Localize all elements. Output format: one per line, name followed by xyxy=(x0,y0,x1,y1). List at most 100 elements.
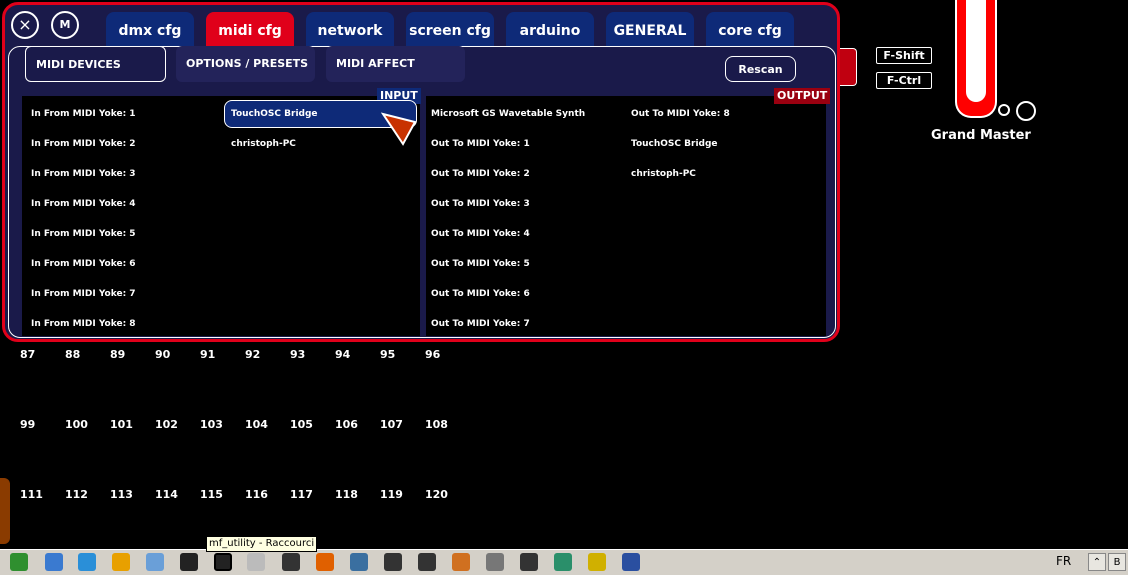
input-device-item[interactable]: In From MIDI Yoke: 3 xyxy=(31,169,136,179)
paw-icon[interactable] xyxy=(214,553,232,571)
input-device-item[interactable]: In From MIDI Yoke: 2 xyxy=(31,139,136,149)
hidden-button-fragment[interactable] xyxy=(838,48,857,86)
fader-knob-small[interactable] xyxy=(998,104,1010,116)
output-device-item[interactable]: Out To MIDI Yoke: 7 xyxy=(431,319,530,329)
grid-cell[interactable]: 94 xyxy=(335,348,350,361)
input-device-item[interactable]: In From MIDI Yoke: 7 xyxy=(31,289,136,299)
grid-cell[interactable]: 91 xyxy=(200,348,215,361)
f-ctrl-button[interactable]: F-Ctrl xyxy=(876,72,932,89)
grand-master-fader[interactable] xyxy=(955,0,997,118)
subtab-options-presets[interactable]: OPTIONS / PRESETS xyxy=(176,46,315,82)
grid-cell[interactable]: 119 xyxy=(380,488,403,501)
output-badge: OUTPUT xyxy=(774,88,831,104)
output-device-item[interactable]: Out To MIDI Yoke: 2 xyxy=(431,169,530,179)
hp-icon[interactable] xyxy=(622,553,640,571)
input-device-item[interactable]: In From MIDI Yoke: 6 xyxy=(31,259,136,269)
dial-icon[interactable] xyxy=(350,553,368,571)
app-icon[interactable] xyxy=(146,553,164,571)
tab-network-cfg[interactable]: network cfg xyxy=(306,12,394,77)
grid-cell[interactable]: 111 xyxy=(20,488,43,501)
input-device-item[interactable]: In From MIDI Yoke: 4 xyxy=(31,199,136,209)
grid-cell[interactable]: 99 xyxy=(20,418,35,431)
grid-cell[interactable]: 120 xyxy=(425,488,448,501)
tab-general[interactable]: GENERAL xyxy=(606,12,694,46)
grid-cell[interactable]: 93 xyxy=(290,348,305,361)
grid-cell[interactable]: 101 xyxy=(110,418,133,431)
brush-icon[interactable] xyxy=(316,553,334,571)
grid-cell[interactable]: 107 xyxy=(380,418,403,431)
tool-icon[interactable] xyxy=(554,553,572,571)
m-button[interactable]: M xyxy=(51,11,79,39)
subtab-midi-devices[interactable]: MIDI DEVICES xyxy=(25,46,166,82)
input-device-item[interactable]: christoph-PC xyxy=(231,139,296,149)
grand-master-label: Grand Master xyxy=(931,128,1031,143)
game-icon[interactable] xyxy=(282,553,300,571)
side-tab[interactable] xyxy=(0,478,10,544)
input-device-item[interactable]: In From MIDI Yoke: 5 xyxy=(31,229,136,239)
tab-screen-cfg[interactable]: screen cfg xyxy=(406,12,494,46)
chrome-icon[interactable] xyxy=(10,553,28,571)
windows-icon[interactable] xyxy=(112,553,130,571)
grid-cell[interactable]: 90 xyxy=(155,348,170,361)
terminal-icon[interactable] xyxy=(520,553,538,571)
output-device-item[interactable]: Out To MIDI Yoke: 4 xyxy=(431,229,530,239)
tab-dmx-cfg[interactable]: dmx cfg xyxy=(106,12,194,46)
close-icon[interactable]: × xyxy=(11,11,39,39)
square-icon[interactable] xyxy=(486,553,504,571)
grid-cell[interactable]: 112 xyxy=(65,488,88,501)
grid-cell[interactable]: 96 xyxy=(425,348,440,361)
tray-expand-button[interactable]: ⌃ xyxy=(1088,553,1106,571)
output-device-item[interactable]: Microsoft GS Wavetable Synth xyxy=(431,109,585,119)
f-shift-button[interactable]: F-Shift xyxy=(876,47,932,64)
grid-cell[interactable]: 118 xyxy=(335,488,358,501)
tray-b-button[interactable]: B xyxy=(1108,553,1126,571)
input-device-item[interactable]: TouchOSC Bridge xyxy=(231,109,318,119)
grid-cell[interactable]: 113 xyxy=(110,488,133,501)
output-device-item[interactable]: Out To MIDI Yoke: 3 xyxy=(431,199,530,209)
input-device-item[interactable]: In From MIDI Yoke: 1 xyxy=(31,109,136,119)
output-device-item[interactable]: Out To MIDI Yoke: 6 xyxy=(431,289,530,299)
cursor-arrow-icon xyxy=(381,112,417,146)
output-device-item[interactable]: Out To MIDI Yoke: 8 xyxy=(631,109,730,119)
globe-icon[interactable] xyxy=(45,553,63,571)
grid-cell[interactable]: 116 xyxy=(245,488,268,501)
grid-cell[interactable]: 95 xyxy=(380,348,395,361)
grid-cell[interactable]: 115 xyxy=(200,488,223,501)
output-device-item[interactable]: christoph-PC xyxy=(631,169,696,179)
grid-cell[interactable]: 100 xyxy=(65,418,88,431)
input-device-item[interactable]: In From MIDI Yoke: 8 xyxy=(31,319,136,329)
output-device-list xyxy=(426,96,826,336)
tab-midi-cfg[interactable]: midi cfg xyxy=(206,12,294,46)
grid-cell[interactable]: 103 xyxy=(200,418,223,431)
grid-cell[interactable]: 89 xyxy=(110,348,125,361)
disc-icon[interactable] xyxy=(588,553,606,571)
grid-cell[interactable]: 102 xyxy=(155,418,178,431)
subtab-midi-affect[interactable]: MIDI AFFECT xyxy=(326,46,465,82)
rescan-button[interactable]: Rescan xyxy=(725,56,796,82)
output-device-item[interactable]: TouchOSC Bridge xyxy=(631,139,718,149)
grid-cell[interactable]: 117 xyxy=(290,488,313,501)
fader-fill xyxy=(966,0,986,102)
grid-cell[interactable]: 105 xyxy=(290,418,313,431)
language-indicator[interactable]: FR xyxy=(1056,554,1071,568)
output-device-item[interactable]: Out To MIDI Yoke: 5 xyxy=(431,259,530,269)
tab-arduino-cfg[interactable]: arduino cfg xyxy=(506,12,594,77)
grid-cell[interactable]: 114 xyxy=(155,488,178,501)
osc-icon[interactable] xyxy=(384,553,402,571)
grid-cell[interactable]: 88 xyxy=(65,348,80,361)
input-device-list xyxy=(22,96,420,336)
refresh-icon[interactable] xyxy=(78,553,96,571)
grid-cell[interactable]: 104 xyxy=(245,418,268,431)
output-device-item[interactable]: Out To MIDI Yoke: 1 xyxy=(431,139,530,149)
grid-cell[interactable]: 92 xyxy=(245,348,260,361)
tooltip: mf_utility - Raccourci xyxy=(206,536,318,552)
tab-core-cfg[interactable]: core cfg xyxy=(706,12,794,46)
settings-icon[interactable] xyxy=(452,553,470,571)
b-icon[interactable] xyxy=(418,553,436,571)
paw-icon[interactable] xyxy=(180,553,198,571)
grid-cell[interactable]: 108 xyxy=(425,418,448,431)
lock-icon[interactable] xyxy=(247,553,265,571)
fader-knob[interactable] xyxy=(1016,101,1036,121)
grid-cell[interactable]: 106 xyxy=(335,418,358,431)
grid-cell[interactable]: 87 xyxy=(20,348,35,361)
